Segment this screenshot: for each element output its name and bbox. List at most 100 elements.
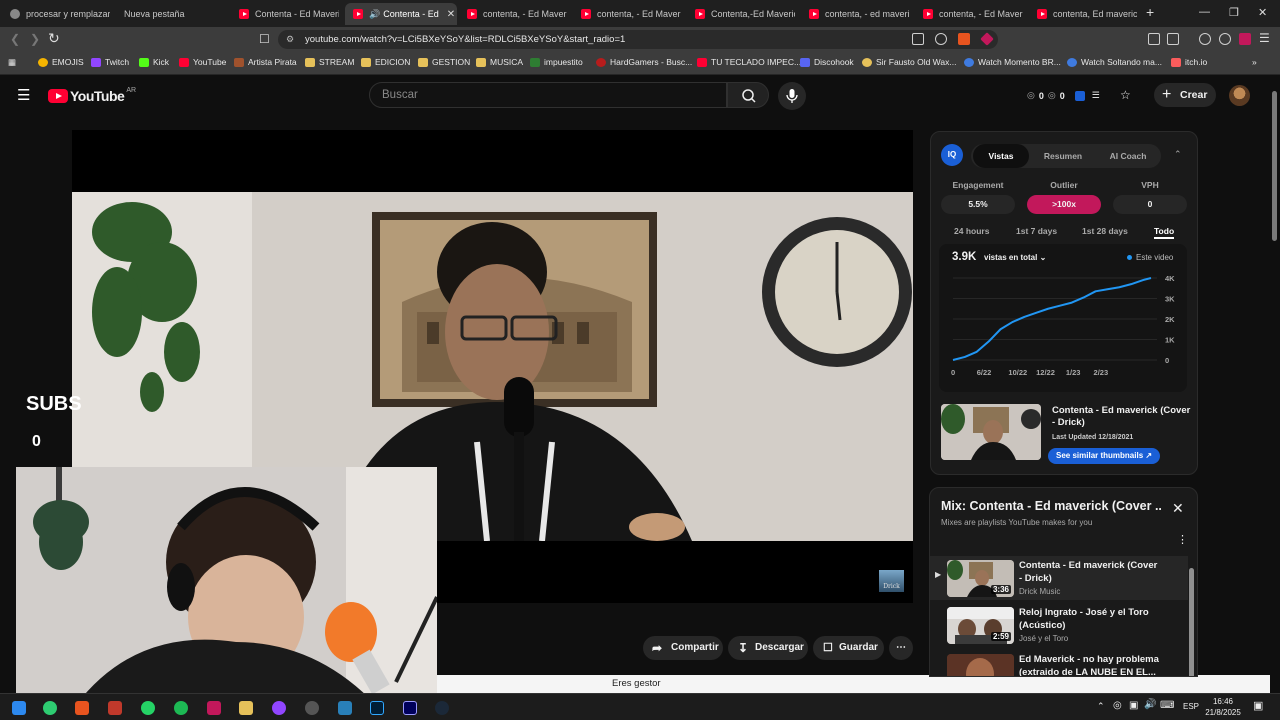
bookmark-icon[interactable]: ☐ <box>259 32 270 46</box>
bookmark-item[interactable]: EMOJIS <box>38 57 84 67</box>
browser-tab[interactable]: contenta, - Ed Maverick <box>915 3 1023 25</box>
system-clock[interactable]: 16:46 21/8/2025 <box>1196 696 1250 718</box>
youtube-logo[interactable]: YouTube AR <box>48 87 136 104</box>
bookmark-item[interactable]: impuestito <box>530 57 583 67</box>
period-7d[interactable]: 1st 7 days <box>1016 226 1057 236</box>
more-actions-button[interactable]: ⋯ <box>889 636 913 660</box>
similar-thumbnails-button[interactable]: See similar thumbnails ↗ <box>1048 448 1161 464</box>
vpn-icon[interactable] <box>1219 33 1231 45</box>
bookmark-item[interactable]: Watch Soltando ma... <box>1067 57 1162 67</box>
bookmark-item[interactable]: Twitch <box>91 57 129 67</box>
playlist-scrollbar[interactable] <box>1189 558 1194 676</box>
notifications-icon[interactable]: ▣ <box>1253 699 1263 712</box>
bookmark-item[interactable]: Kick <box>139 57 169 67</box>
new-tab-button[interactable]: + <box>1146 4 1154 20</box>
site-info-icon[interactable]: ⚙ <box>286 30 294 49</box>
photoshop-icon[interactable] <box>370 701 384 715</box>
steam-icon[interactable] <box>435 701 449 715</box>
browser-tab[interactable]: procesar y remplazar s <box>2 3 110 25</box>
brave-shield-icon[interactable] <box>958 33 970 45</box>
browser-tab[interactable]: Nueva pestaña <box>116 3 224 25</box>
file-explorer-icon[interactable] <box>239 701 253 715</box>
playlist-item[interactable]: ▶ 3:36 Contenta - Ed maverick (Cover - D… <box>930 556 1188 600</box>
create-button[interactable]: + Crear <box>1154 83 1216 107</box>
app-icon[interactable] <box>305 701 319 715</box>
keyboard-icon[interactable]: ⌨ <box>1160 700 1174 711</box>
bookmark-folder[interactable]: EDICION <box>361 57 410 67</box>
obs-icon[interactable] <box>272 701 286 715</box>
app-icon[interactable] <box>207 701 221 715</box>
network-icon[interactable]: ▣ <box>1129 700 1138 711</box>
download-button[interactable]: ↧ Descargar <box>728 636 808 660</box>
bookmark-folder[interactable]: STREAM <box>305 57 354 67</box>
apps-icon[interactable]: ▦ <box>8 57 16 68</box>
avatar[interactable] <box>1229 85 1250 106</box>
trophy-icon[interactable]: ☆ <box>1120 88 1131 102</box>
close-window-icon[interactable]: ✕ <box>1258 6 1267 19</box>
browser-tab[interactable]: contenta, - Ed Maverick <box>459 3 567 25</box>
spotify-icon[interactable] <box>174 701 188 715</box>
page-scroll-thumb[interactable] <box>1272 91 1277 241</box>
hamburger-menu-icon[interactable]: ☰ <box>17 86 30 104</box>
page-scrollbar[interactable] <box>1271 85 1278 691</box>
video-thumbnail[interactable] <box>941 404 1041 460</box>
browser-tab[interactable]: contenta, - Ed Maverick <box>573 3 681 25</box>
more-bookmarks-icon[interactable]: » <box>1252 57 1257 67</box>
bookmark-item[interactable]: HardGamers - Busc... <box>596 57 692 67</box>
sidebar-icon[interactable] <box>1167 33 1179 45</box>
whatsapp-icon[interactable] <box>141 701 155 715</box>
url-input[interactable]: ⚙ youtube.com/watch?v=LCi5BXeYSoY&list=R… <box>278 30 998 49</box>
music-icon[interactable] <box>1199 33 1211 45</box>
premiere-icon[interactable] <box>403 701 417 715</box>
tray-chevron-icon[interactable]: ⌃ <box>1097 701 1105 712</box>
channel-watermark[interactable]: Drick <box>879 570 904 592</box>
playlist-scroll-thumb[interactable] <box>1189 568 1194 676</box>
brave-icon[interactable] <box>75 701 89 715</box>
period-24h[interactable]: 24 hours <box>954 226 989 236</box>
cast-icon[interactable] <box>912 33 924 45</box>
extensions-icon[interactable] <box>1148 33 1160 45</box>
browser-tab[interactable]: Contenta - Ed Maverick <box>231 3 339 25</box>
forward-icon[interactable]: ❯ <box>30 32 40 46</box>
menu-icon[interactable]: ☰ <box>1259 31 1270 45</box>
save-button[interactable]: ☐ Guardar <box>813 636 884 660</box>
bookmark-item[interactable]: itch.io <box>1171 57 1207 67</box>
tab-resumen[interactable]: Resumen <box>1033 144 1093 168</box>
bookmark-item[interactable]: Sir Fausto Old Wax... <box>862 57 956 67</box>
bookmark-item[interactable]: YouTube <box>179 57 226 67</box>
restore-icon[interactable]: ❐ <box>1229 6 1239 19</box>
browser-tab[interactable]: contenta, Ed maverick <box>1029 3 1137 25</box>
extension-counters[interactable]: ◎ 0 ◎ 0 ☰ <box>1027 90 1100 101</box>
voice-search-button[interactable] <box>778 82 806 110</box>
playlist-item[interactable]: Ed Maverick - no hay problema (extraido … <box>930 650 1188 676</box>
start-icon[interactable] <box>12 701 26 715</box>
close-icon[interactable]: ✕ <box>1172 500 1184 517</box>
app-icon[interactable] <box>338 701 352 715</box>
browser-tab[interactable]: contenta, - ed maverick <box>801 3 909 25</box>
app-icon[interactable] <box>108 701 122 715</box>
bookmark-item[interactable]: Watch Momento BR... <box>964 57 1061 67</box>
bookmark-item[interactable]: Artista Pirata <box>234 57 297 67</box>
period-all[interactable]: Todo <box>1154 226 1175 239</box>
mic-tray-icon[interactable]: ◎ <box>1113 700 1122 711</box>
volume-icon[interactable]: 🔊 <box>1144 699 1156 710</box>
search-button[interactable] <box>727 82 769 108</box>
collapse-icon[interactable]: ⌃ <box>1174 149 1182 160</box>
browser-tab[interactable]: Contenta,-Ed Maverick <box>687 3 795 25</box>
whatsapp-icon[interactable] <box>43 701 57 715</box>
wallet-icon[interactable] <box>1239 33 1251 45</box>
close-tab-icon[interactable]: ✕ <box>447 9 455 20</box>
search-input[interactable]: Buscar <box>369 82 727 108</box>
bookmark-item[interactable]: Discohook <box>800 57 854 67</box>
reload-icon[interactable]: ↻ <box>48 30 60 47</box>
bookmark-folder[interactable]: GESTION <box>418 57 470 67</box>
playlist-item[interactable]: 2:59 Reloj Ingrato - José y el Toro (Acú… <box>930 603 1188 647</box>
bookmark-item[interactable]: TU TECLADO IMPEC... <box>697 57 801 67</box>
browser-tab-active[interactable]: 🔊 Contenta - Ed ✕ <box>345 3 457 25</box>
back-icon[interactable]: ❮ <box>10 32 20 46</box>
share-button[interactable]: ➦ Compartir <box>643 636 723 660</box>
more-vertical-icon[interactable]: ⋮ <box>1177 533 1188 546</box>
tab-vistas[interactable]: Vistas <box>973 144 1029 168</box>
bookmark-folder[interactable]: MUSICA <box>476 57 523 67</box>
share-icon[interactable] <box>935 33 947 45</box>
